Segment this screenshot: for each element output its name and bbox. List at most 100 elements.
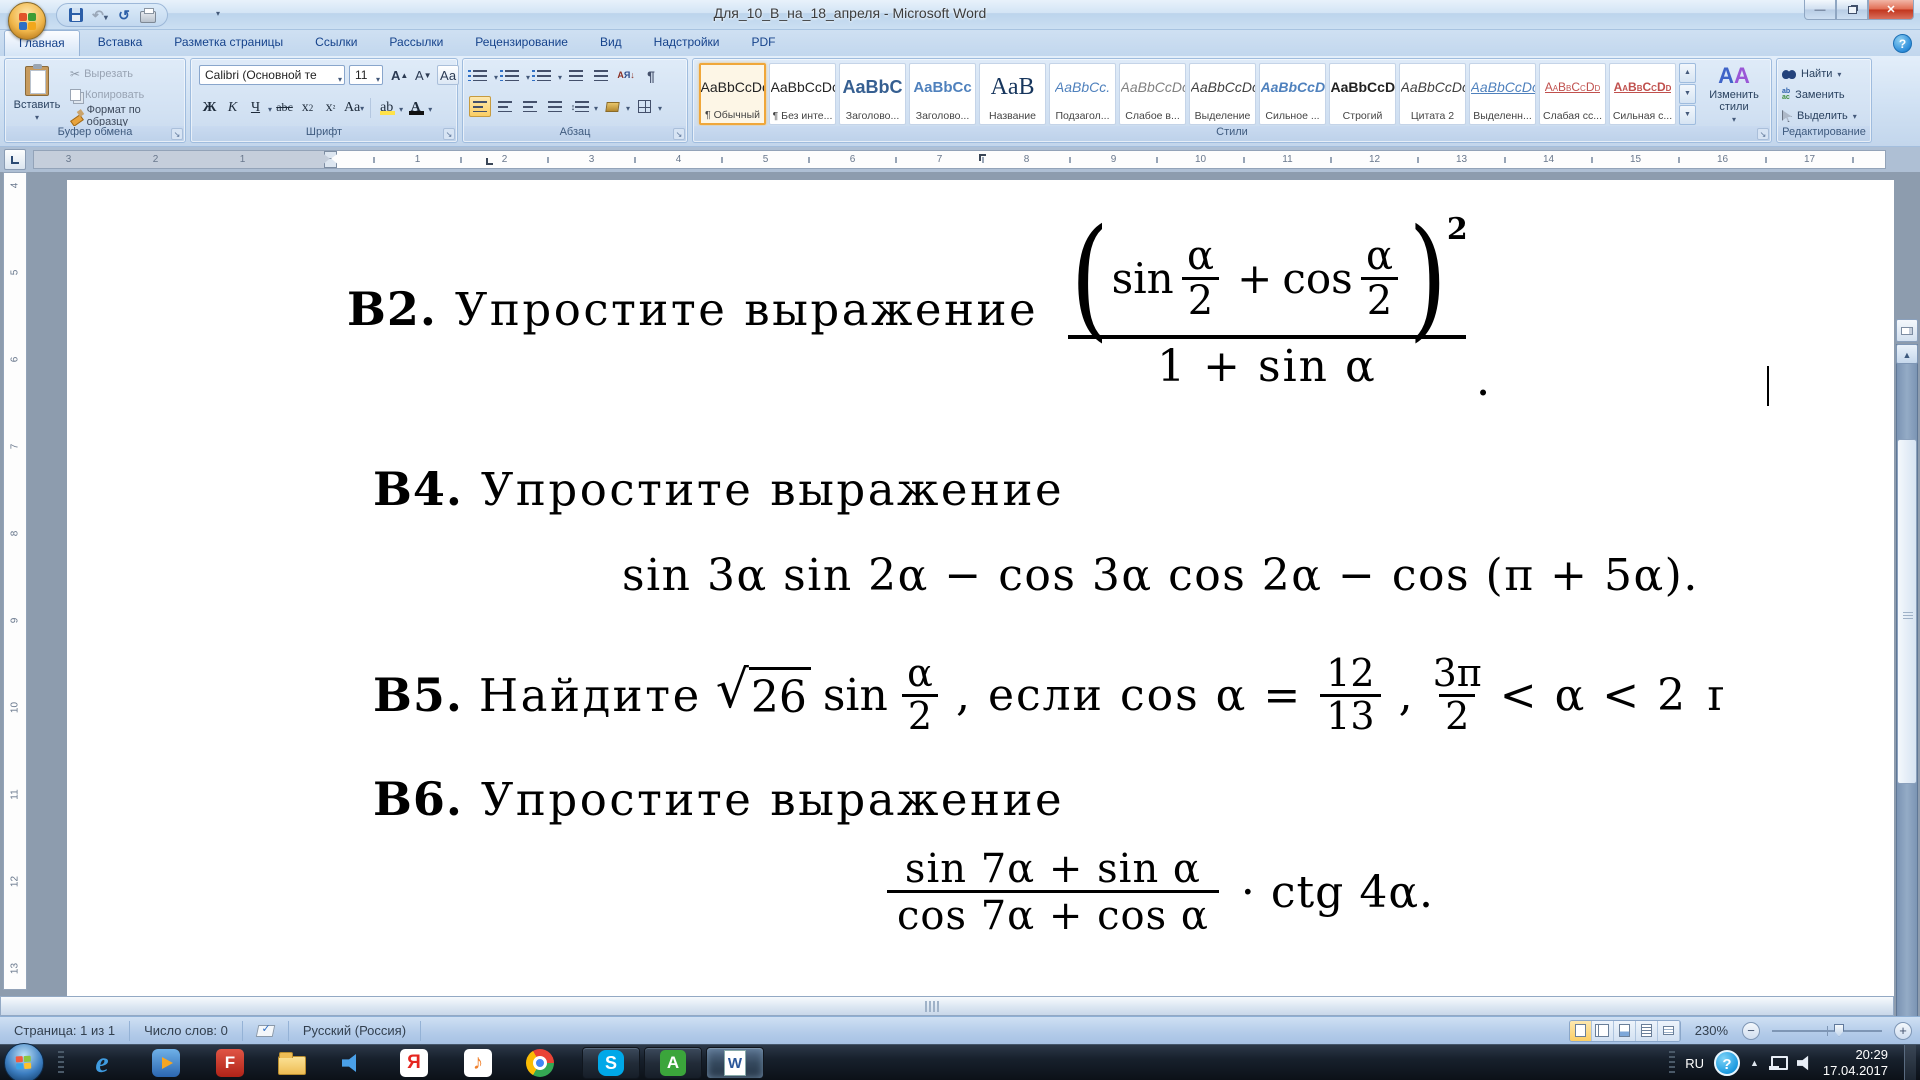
style-card-normal[interactable]: AaBbCcDc¶ Обычный: [699, 63, 766, 125]
justify-button[interactable]: [544, 96, 566, 117]
paste-button[interactable]: Вставить: [11, 63, 63, 125]
replace-button[interactable]: abac Заменить: [1782, 85, 1845, 105]
tab-addins[interactable]: Надстройки: [640, 30, 734, 56]
style-card-emphasis[interactable]: AaBbCcDcВыделение: [1189, 63, 1256, 125]
copy-button[interactable]: Копировать: [67, 85, 147, 105]
help-button[interactable]: ?: [1893, 34, 1912, 53]
spellcheck-status[interactable]: [243, 1021, 289, 1041]
highlight-button[interactable]: ab: [376, 97, 397, 118]
music-app-icon[interactable]: ♪: [462, 1047, 494, 1079]
line-spacing-button[interactable]: ↕: [569, 96, 591, 117]
numbering-dropdown[interactable]: [526, 67, 530, 85]
a-app-taskbar-button[interactable]: A: [644, 1047, 702, 1079]
style-card-title[interactable]: AaBНазвание: [979, 63, 1046, 125]
change-styles-button[interactable]: АА Изменить стили: [1701, 63, 1767, 125]
scrollbar-thumb[interactable]: [1897, 439, 1917, 784]
tab-mailings[interactable]: Рассылки: [375, 30, 457, 56]
bullets-button[interactable]: [469, 65, 491, 86]
tab-review[interactable]: Рецензирование: [461, 30, 582, 56]
line-spacing-dropdown[interactable]: [594, 98, 598, 116]
restore-button[interactable]: [1836, 0, 1868, 20]
zoom-level[interactable]: 230%: [1689, 1023, 1734, 1038]
style-card-no-spacing[interactable]: AaBbCcDc¶ Без инте...: [769, 63, 836, 125]
show-paragraph-marks-button[interactable]: ¶: [640, 65, 662, 86]
web-layout-view-button[interactable]: [1614, 1021, 1636, 1041]
print-layout-view-button[interactable]: [1570, 1021, 1592, 1041]
find-button[interactable]: Найти: [1782, 64, 1841, 84]
superscript-button[interactable]: x²: [320, 97, 341, 118]
borders-button[interactable]: [633, 96, 655, 117]
language-tray-indicator[interactable]: RU: [1685, 1056, 1704, 1071]
style-card-heading2[interactable]: AaBbCcЗаголово...: [909, 63, 976, 125]
align-center-button[interactable]: [494, 96, 516, 117]
subscript-button[interactable]: x2: [297, 97, 318, 118]
scroll-up-button[interactable]: ▲: [1896, 344, 1918, 364]
borders-dropdown[interactable]: [658, 98, 662, 116]
gallery-expand-button[interactable]: ▼: [1679, 105, 1696, 125]
style-card-subtitle[interactable]: AaBbCc.Подзагол...: [1049, 63, 1116, 125]
shrink-font-button[interactable]: А▼: [413, 65, 434, 85]
clear-formatting-button[interactable]: Аа: [437, 65, 459, 85]
bold-button[interactable]: Ж: [199, 97, 220, 118]
grow-font-button[interactable]: А▲: [389, 65, 410, 85]
font-color-dropdown[interactable]: [428, 99, 432, 117]
styles-dialog-launcher[interactable]: ↘: [1757, 128, 1769, 140]
style-card-subtle-emphasis[interactable]: AaBbCcDcСлабое в...: [1119, 63, 1186, 125]
help-tray-icon[interactable]: ?: [1714, 1050, 1740, 1076]
cut-button[interactable]: ✂ Вырезать: [67, 64, 136, 84]
language-indicator[interactable]: Русский (Россия): [289, 1021, 421, 1041]
scrollbar-grip[interactable]: [925, 1001, 939, 1012]
horizontal-scrollbar[interactable]: [0, 996, 1894, 1016]
tab-references[interactable]: Ссылки: [301, 30, 371, 56]
style-card-subtle-reference[interactable]: AaBbCcDdСлабая сс...: [1539, 63, 1606, 125]
shading-button[interactable]: [601, 96, 623, 117]
style-card-intense-quote[interactable]: AaBbCcDcВыделенн...: [1469, 63, 1536, 125]
tab-pdf[interactable]: PDF: [738, 30, 790, 56]
bullets-dropdown[interactable]: [494, 67, 498, 85]
start-button[interactable]: [4, 1043, 44, 1080]
ruler-toggle-button[interactable]: [1896, 319, 1918, 342]
internet-explorer-icon[interactable]: e: [86, 1047, 118, 1079]
change-case-button[interactable]: Аа: [343, 97, 365, 118]
shading-dropdown[interactable]: [626, 98, 630, 116]
yandex-browser-icon[interactable]: Я: [398, 1047, 430, 1079]
gallery-up-button[interactable]: ▲: [1679, 63, 1696, 83]
italic-button[interactable]: К: [222, 97, 243, 118]
increase-indent-button[interactable]: [590, 65, 612, 86]
document-page[interactable]: В2. Упростите выражение ( sin α2 + cos α…: [67, 180, 1894, 1080]
font-dialog-launcher[interactable]: ↘: [443, 128, 455, 140]
show-desktop-button[interactable]: [1904, 1045, 1916, 1080]
file-explorer-icon[interactable]: [276, 1047, 308, 1079]
sort-button[interactable]: АЯ↓: [615, 65, 637, 86]
zoom-slider-track[interactable]: [1772, 1030, 1882, 1032]
decrease-indent-button[interactable]: [565, 65, 587, 86]
style-card-intense-reference[interactable]: AaBbCcDdСильная с...: [1609, 63, 1676, 125]
font-size-combo[interactable]: 11: [349, 65, 383, 85]
draft-view-button[interactable]: [1658, 1021, 1680, 1041]
numbering-button[interactable]: [501, 65, 523, 86]
tab-stop-marker[interactable]: [486, 158, 493, 165]
word-taskbar-button[interactable]: W: [706, 1047, 764, 1079]
underline-button[interactable]: Ч: [245, 97, 266, 118]
font-name-combo[interactable]: Calibri (Основной те: [199, 65, 345, 85]
strikethrough-button[interactable]: abс: [274, 97, 295, 118]
highlight-dropdown[interactable]: [399, 99, 403, 117]
hidden-icons-arrow[interactable]: ▲: [1750, 1058, 1759, 1068]
skype-taskbar-button[interactable]: S: [582, 1047, 640, 1079]
zoom-slider-handle[interactable]: [1834, 1024, 1844, 1037]
gallery-down-button[interactable]: ▼: [1679, 84, 1696, 104]
tab-view[interactable]: Вид: [586, 30, 636, 56]
volume-app-icon[interactable]: [336, 1047, 368, 1079]
tab-stop-marker[interactable]: [979, 154, 986, 161]
paragraph-dialog-launcher[interactable]: ↘: [673, 128, 685, 140]
network-tray-icon[interactable]: [1769, 1056, 1787, 1070]
format-painter-button[interactable]: Формат по образцу: [67, 106, 185, 126]
volume-tray-icon[interactable]: [1797, 1055, 1813, 1071]
title-bar[interactable]: ↶ ↺ Для_10_В_на_18_апреля - Microsoft Wo…: [0, 0, 1920, 30]
multilevel-list-button[interactable]: [533, 65, 555, 86]
media-player-icon[interactable]: [150, 1047, 182, 1079]
taskbar-clock[interactable]: 20:29 17.04.2017: [1823, 1047, 1894, 1079]
align-left-button[interactable]: [469, 96, 491, 117]
zoom-out-button[interactable]: −: [1742, 1022, 1760, 1040]
fullscreen-reading-view-button[interactable]: [1592, 1021, 1614, 1041]
